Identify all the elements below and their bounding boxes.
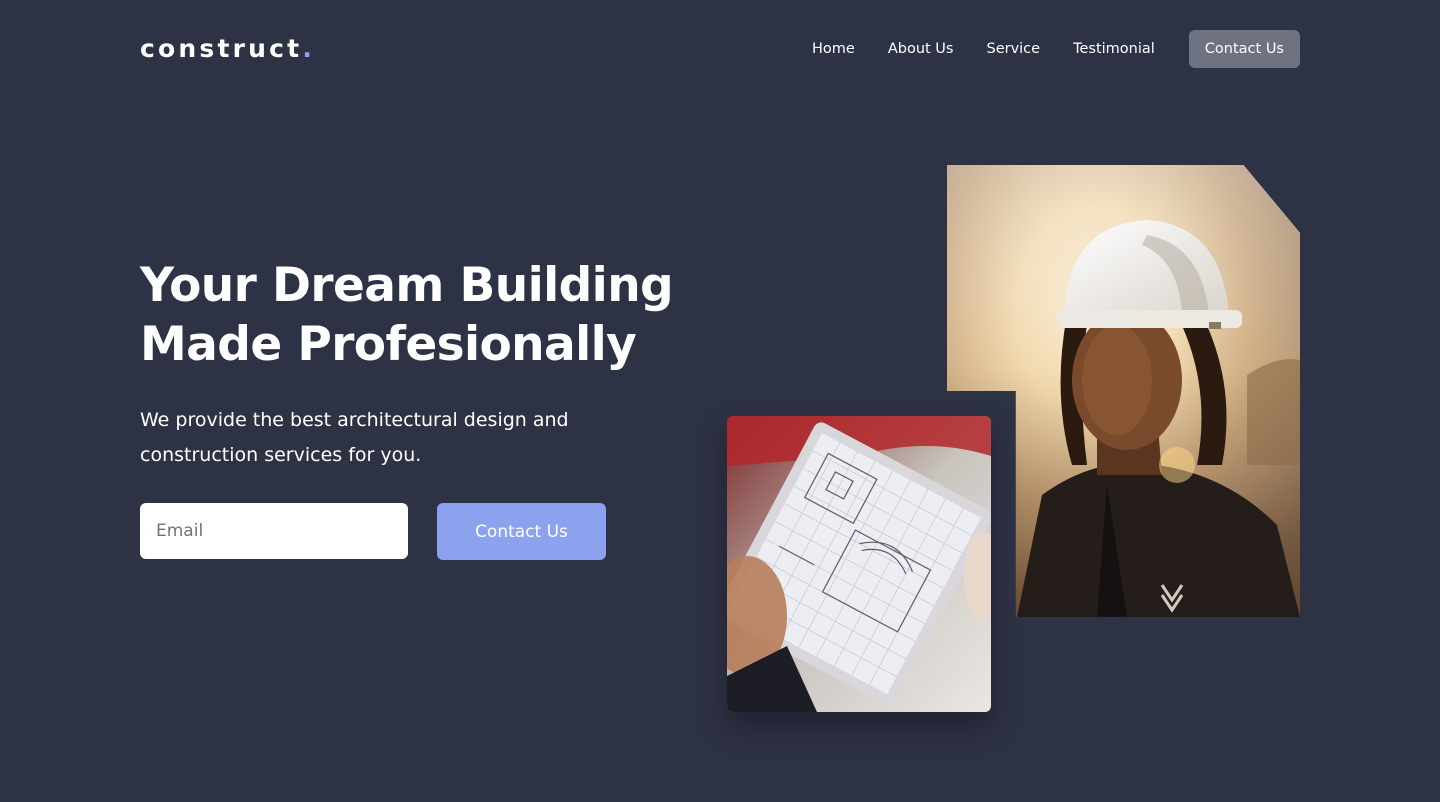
nav-home[interactable]: Home: [812, 41, 855, 57]
email-input[interactable]: [140, 503, 408, 559]
nav-about-us[interactable]: About Us: [888, 41, 954, 57]
logo-text: construct: [140, 34, 303, 63]
logo-dot: .: [302, 34, 316, 63]
nav-service[interactable]: Service: [986, 41, 1040, 57]
landing-page: construct. Home About Us Service Testimo…: [0, 0, 1440, 802]
construction-worker-photo: [947, 165, 1300, 617]
hero-subtitle: We provide the best architectural design…: [140, 409, 569, 466]
nav-testimonial[interactable]: Testimonial: [1073, 41, 1155, 57]
hero-contact-us-button[interactable]: Contact Us: [437, 503, 606, 560]
clipboard-sketch-photo: [727, 416, 991, 712]
nav-contact-us-button[interactable]: Contact Us: [1188, 30, 1300, 68]
hero-title-line1: Your Dream Building: [140, 258, 674, 313]
hero-title: Your Dream Building Made Profesionally: [140, 256, 700, 374]
logo[interactable]: construct.: [140, 34, 315, 64]
hero-title-line2: Made Profesionally: [140, 317, 637, 372]
main-nav: Home About Us Service Testimonial Contac…: [812, 30, 1300, 68]
